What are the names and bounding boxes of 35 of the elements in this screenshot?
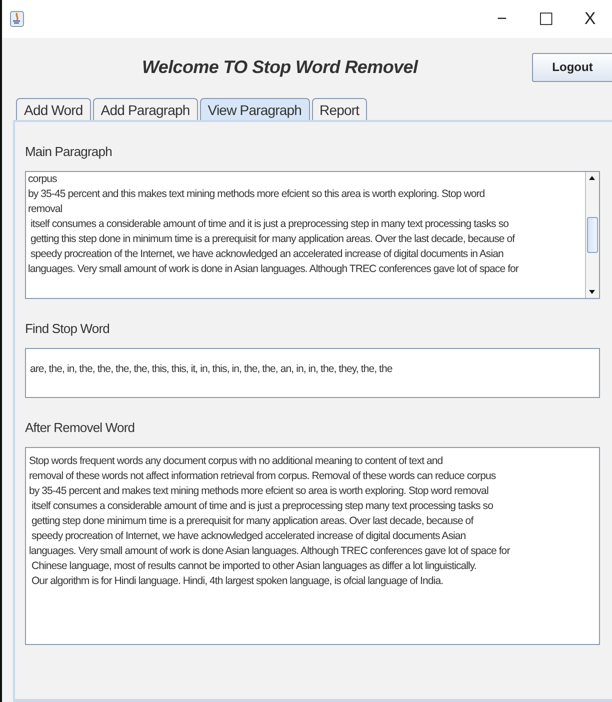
paragraph-line: languages. Very small amount of work is done Asian languages. Although TREC conferences gave lot of space for: [29, 545, 510, 557]
paragraph-line: corpus: [28, 173, 57, 185]
section-label: After Removel Word: [25, 420, 135, 435]
app-icon: [10, 11, 24, 27]
logout-button[interactable]: Logout: [532, 52, 612, 82]
tab[interactable]: Add Word: [16, 98, 91, 120]
paragraph-line: getting this step done in minimum time is a prerequisit for many application areas. Over the last decade, because of: [29, 233, 515, 245]
paragraph-line: getting step done minimum time is a prerequisit for many application areas. Over last decade, because of: [30, 515, 474, 527]
close-button[interactable]: X: [568, 8, 612, 30]
stop-words-text: are, the, in, the, the, the, the, this, this, it, in, this, in, the, the, an, in, in, the, they, the, the: [30, 363, 392, 375]
text-area[interactable]: [25, 447, 600, 645]
tab[interactable]: View Paragraph: [200, 98, 310, 120]
text-area[interactable]: [25, 171, 600, 299]
minimize-button[interactable]: −: [480, 8, 524, 30]
app-title: Welcome TO Stop Word Removel: [142, 56, 418, 78]
maximize-button[interactable]: ☐: [524, 8, 568, 30]
paragraph-line: Chinese language, most of results cannot be imported to other Asian languages as differ a lot linguistically.: [30, 560, 476, 572]
paragraph-line: removal of these words not affect information retrieval from corpus. Removal of these words can reduce corpus: [29, 470, 496, 482]
paragraph-line: speedy procreation of Internet, we have acknowledged accelerated increase of digital documents Asian: [30, 530, 466, 542]
scroll-thumb[interactable]: [587, 217, 598, 253]
tab[interactable]: Report: [312, 98, 368, 120]
scrollbar[interactable]: [585, 172, 599, 298]
paragraph-line: by 35-45 percent and this makes text mining methods more efcient so this area is worth exploring. Stop word: [28, 188, 485, 200]
paragraph-line: by 35-45 percent and makes text mining methods more efcient so area is worth exploring. Stop word removal: [29, 485, 488, 497]
tab[interactable]: Add Paragraph: [92, 98, 198, 120]
paragraph-line: speedy procreation of the Internet, we have acknowledged an accelerated increase of digital documents in Asian: [29, 248, 504, 260]
paragraph-line: languages. Very small amount of work is done in Asian languages. Although TREC conferences gave lot of space for: [28, 263, 518, 275]
paragraph-line: Stop words frequent words any document corpus with no additional meaning to content of text and: [29, 455, 443, 467]
section-label: Main Paragraph: [25, 144, 112, 159]
paragraph-line: itself consumes a considerable amount of time and is just a preprocessing step many text processing tasks so: [30, 500, 493, 512]
paragraph-line: removal: [28, 203, 62, 215]
paragraph-line: itself consumes a considerable amount of time and it is just a preprocessing step in many text processing tasks so: [29, 218, 509, 230]
paragraph-line: Our algorithm is for Hindi language. Hindi, 4th largest spoken language, is ofcial language of India.: [30, 575, 444, 587]
text-area[interactable]: are, the, in, the, the, the, the, this, this, it, in, this, in, the, the, an, in, in, the, they, the, the: [25, 348, 600, 398]
section-label: Find Stop Word: [25, 321, 110, 336]
